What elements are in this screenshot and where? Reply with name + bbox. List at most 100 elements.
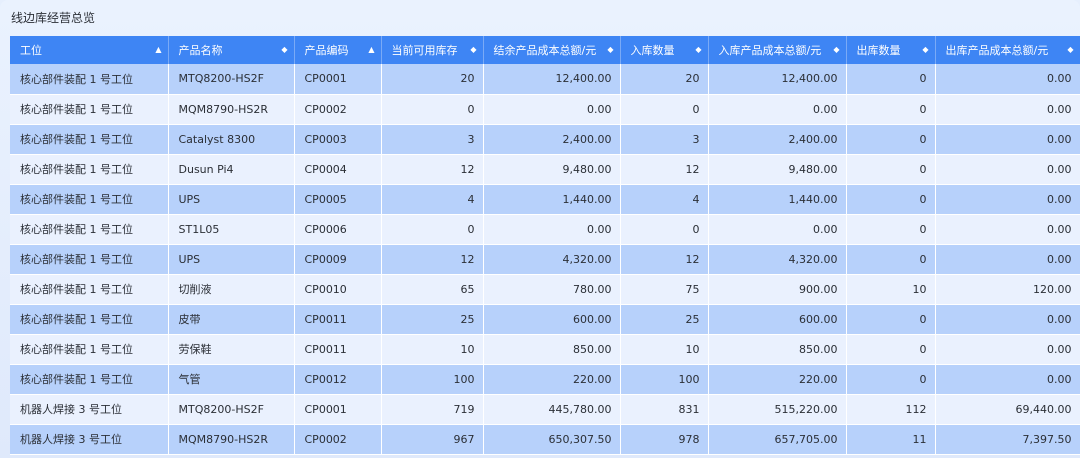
cell-balance-cost: 850.00: [483, 334, 621, 365]
header-product-code[interactable]: 产品编码 ▲: [294, 36, 382, 64]
cell-product-name: MTQ8200-HS2F: [168, 64, 295, 95]
cell-product-name: 皮带: [168, 304, 295, 335]
table-row[interactable]: 核心部件装配 1 号工位 UPS CP0009 12 4,320.00 12 4,320.0…: [10, 244, 1080, 275]
header-station[interactable]: 工位 ▲: [10, 36, 169, 64]
cell-station: 核心部件装配 1 号工位: [10, 184, 169, 215]
cell-outbound-qty: 112: [846, 394, 936, 425]
cell-product-name: UPS: [168, 244, 295, 275]
cell-inbound-cost: 4,320.00: [708, 244, 847, 275]
header-balance-cost[interactable]: 结余产品成本总额/元 ◆: [483, 36, 621, 64]
cell-inbound-qty: 12: [620, 244, 709, 275]
cell-balance-cost: 1,440.00: [483, 184, 621, 215]
cell-available-stock: 100: [381, 364, 484, 395]
cell-outbound-qty: 0: [846, 184, 936, 215]
sort-toggle-icon[interactable]: ◆: [695, 36, 701, 64]
cell-inbound-qty: 3: [620, 124, 709, 155]
table-row[interactable]: 核心部件装配 1 号工位 MTQ8200-HS2F CP0001 20 12,400.0…: [10, 64, 1080, 95]
cell-inbound-qty: 978: [620, 424, 709, 455]
cell-inbound-cost: 1,440.00: [708, 184, 847, 215]
cell-available-stock: 4: [381, 184, 484, 215]
cell-inbound-qty: 20: [620, 64, 709, 95]
table-row[interactable]: 核心部件装配 1 号工位 Catalyst 8300 CP0003 3 2,400.00…: [10, 124, 1080, 155]
cell-inbound-cost: 9,480.00: [708, 154, 847, 185]
cell-inbound-cost: 0.00: [708, 214, 847, 245]
cell-station: 核心部件装配 1 号工位: [10, 64, 169, 95]
cell-outbound-qty: 10: [846, 274, 936, 305]
cell-available-stock: 3: [381, 124, 484, 155]
cell-inbound-cost: 12,400.00: [708, 64, 847, 95]
cell-station: 核心部件装配 1 号工位: [10, 244, 169, 275]
cell-product-code: CP0004: [294, 154, 382, 185]
table-row[interactable]: 核心部件装配 1 号工位 MQM8790-HS2R CP0002 0 0.00 0 0.00…: [10, 94, 1080, 125]
cell-inbound-qty: 831: [620, 394, 709, 425]
cell-outbound-qty: 0: [846, 64, 936, 95]
cell-balance-cost: 650,307.50: [483, 424, 621, 455]
cell-outbound-cost: 0.00: [935, 124, 1080, 155]
table-row[interactable]: 机器人焊接 3 号工位 MTQ8200-HS2F CP0001 719 445,780.…: [10, 394, 1080, 425]
cell-station: 核心部件装配 1 号工位: [10, 364, 169, 395]
sort-toggle-icon[interactable]: ◆: [1067, 36, 1073, 64]
header-inbound-qty[interactable]: 入库数量 ◆: [620, 36, 709, 64]
cell-inbound-cost: 600.00: [708, 304, 847, 335]
sort-toggle-icon[interactable]: ◆: [833, 36, 839, 64]
header-label: 出库数量: [856, 44, 901, 57]
cell-inbound-cost: 900.00: [708, 274, 847, 305]
cell-outbound-qty: 0: [846, 334, 936, 365]
cell-outbound-qty: 0: [846, 364, 936, 395]
header-outbound-qty[interactable]: 出库数量 ◆: [846, 36, 936, 64]
table-row[interactable]: 核心部件装配 1 号工位 皮带 CP0011 25 600.00 25 600.00 0 0.0…: [10, 304, 1080, 335]
table-row[interactable]: 核心部件装配 1 号工位 UPS CP0005 4 1,440.00 4 1,440.00 0…: [10, 184, 1080, 215]
header-label: 工位: [20, 44, 42, 57]
cell-inbound-cost: 220.00: [708, 364, 847, 395]
sort-ascending-icon[interactable]: ▲: [368, 36, 374, 64]
cell-balance-cost: 445,780.00: [483, 394, 621, 425]
cell-outbound-qty: 0: [846, 244, 936, 275]
header-label: 出库产品成本总额/元: [945, 44, 1049, 57]
table-row[interactable]: 核心部件装配 1 号工位 气管 CP0012 100 220.00 100 220.00 0 0…: [10, 364, 1080, 395]
table-row[interactable]: 核心部件装配 1 号工位 Dusun Pi4 CP0004 12 9,480.00 12 9…: [10, 154, 1080, 185]
cell-station: 核心部件装配 1 号工位: [10, 304, 169, 335]
cell-station: 核心部件装配 1 号工位: [10, 334, 169, 365]
sort-toggle-icon[interactable]: ◆: [922, 36, 928, 64]
cell-balance-cost: 9,480.00: [483, 154, 621, 185]
cell-product-name: ST1L05: [168, 214, 295, 245]
header-label: 结余产品成本总额/元: [493, 44, 597, 57]
header-outbound-cost[interactable]: 出库产品成本总额/元 ◆: [935, 36, 1080, 64]
cell-station: 核心部件装配 1 号工位: [10, 274, 169, 305]
table-row[interactable]: 机器人焊接 3 号工位 MQM8790-HS2R CP0002 967 650,307.…: [10, 424, 1080, 455]
header-product-name[interactable]: 产品名称 ◆: [168, 36, 295, 64]
header-inbound-cost[interactable]: 入库产品成本总额/元 ◆: [708, 36, 847, 64]
cell-outbound-cost: 0.00: [935, 64, 1080, 95]
cell-inbound-qty: 4: [620, 184, 709, 215]
cell-product-code: CP0003: [294, 124, 382, 155]
table-row[interactable]: 核心部件装配 1 号工位 ST1L05 CP0006 0 0.00 0 0.00 0 0.00: [10, 214, 1080, 245]
table-container[interactable]: 工位 ▲ 产品名称 ◆ 产品编码 ▲ 当前可用库存 ◆ 结余产品成本总额/元 ◆ 入库数量 ◆ 入库产品…: [10, 36, 1080, 458]
cell-product-code: CP0002: [294, 424, 382, 455]
sort-toggle-icon[interactable]: ◆: [281, 36, 287, 64]
header-label: 当前可用库存: [391, 44, 458, 57]
sort-ascending-icon[interactable]: ▲: [155, 36, 161, 64]
header-available-stock[interactable]: 当前可用库存 ◆: [381, 36, 484, 64]
cell-outbound-cost: 7,397.50: [935, 424, 1080, 455]
cell-product-code: CP0002: [294, 94, 382, 125]
cell-outbound-qty: 0: [846, 154, 936, 185]
cell-product-name: MTQ8200-HS2F: [168, 394, 295, 425]
cell-outbound-cost: 0.00: [935, 184, 1080, 215]
cell-outbound-cost: 0.00: [935, 244, 1080, 275]
cell-outbound-cost: 0.00: [935, 94, 1080, 125]
sort-toggle-icon[interactable]: ◆: [607, 36, 613, 64]
cell-available-stock: 0: [381, 94, 484, 125]
cell-balance-cost: 600.00: [483, 304, 621, 335]
panel-title: 线边库经营总览: [11, 11, 96, 25]
cell-outbound-cost: 120.00: [935, 274, 1080, 305]
sort-toggle-icon[interactable]: ◆: [470, 36, 476, 64]
overview-panel: 线边库经营总览 工位 ▲ 产品名称 ◆ 产品编码 ▲ 当前可用库存 ◆ 结余产品成本总额/元 ◆ 入…: [0, 0, 1080, 458]
header-label: 入库产品成本总额/元: [718, 44, 822, 57]
cell-inbound-cost: 657,705.00: [708, 424, 847, 455]
cell-available-stock: 967: [381, 424, 484, 455]
table-row[interactable]: 核心部件装配 1 号工位 切削液 CP0010 65 780.00 75 900.00 10 1…: [10, 274, 1080, 305]
cell-product-name: 劳保鞋: [168, 334, 295, 365]
cell-product-name: UPS: [168, 184, 295, 215]
cell-outbound-cost: 0.00: [935, 214, 1080, 245]
table-row[interactable]: 核心部件装配 1 号工位 劳保鞋 CP0011 10 850.00 10 850.00 0 0.…: [10, 334, 1080, 365]
